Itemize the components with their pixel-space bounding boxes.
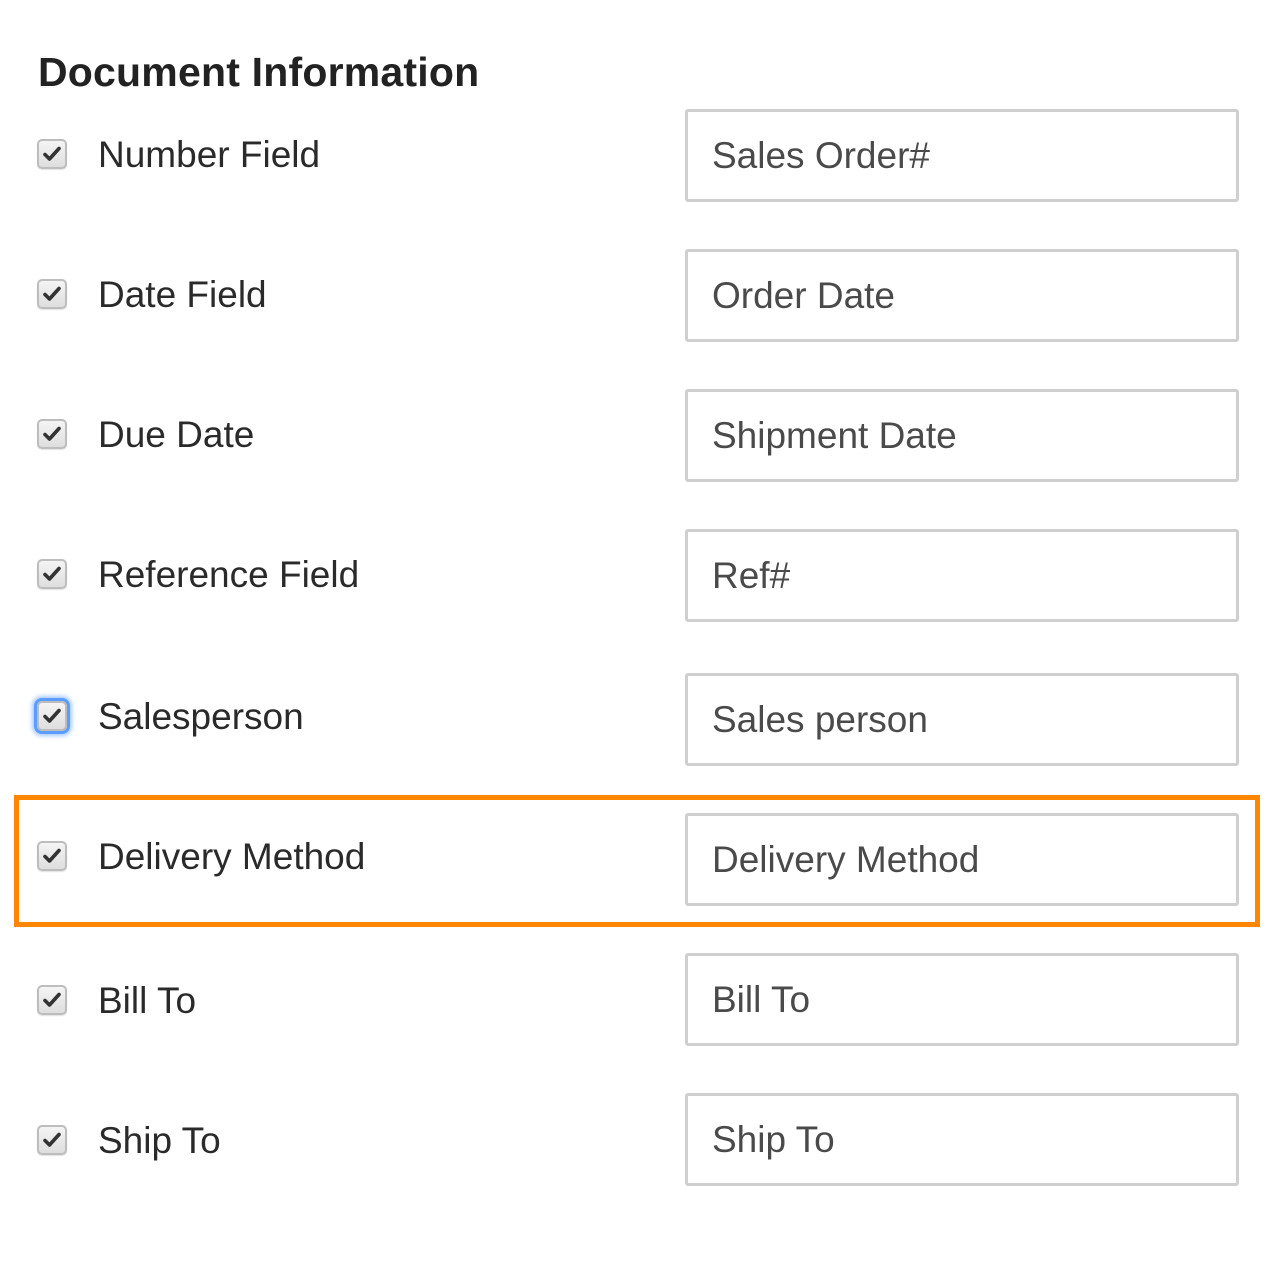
field-row-number-field: Number Field	[0, 109, 1276, 203]
reference-field-checkbox[interactable]	[37, 559, 67, 589]
field-row-reference-field: Reference Field	[0, 529, 1276, 623]
checkmark-icon	[43, 426, 61, 441]
checkmark-icon	[43, 286, 61, 301]
due-date-checkbox[interactable]	[37, 419, 67, 449]
salesperson-label: Salesperson	[98, 696, 304, 737]
bill-to-checkbox[interactable]	[37, 985, 67, 1015]
ship-to-label: Ship To	[98, 1120, 221, 1161]
field-row-salesperson: Salesperson	[0, 673, 1276, 767]
checkmark-icon	[43, 146, 61, 161]
date-field-label: Date Field	[98, 274, 267, 315]
bill-to-label: Bill To	[98, 980, 197, 1021]
reference-field-label: Reference Field	[98, 554, 360, 595]
number-field-input[interactable]	[685, 109, 1239, 202]
checkmark-icon	[43, 848, 61, 863]
due-date-label: Due Date	[98, 414, 255, 455]
date-field-checkbox[interactable]	[37, 279, 67, 309]
field-row-delivery-method: Delivery Method	[0, 813, 1276, 907]
checkmark-icon	[43, 992, 61, 1007]
bill-to-input[interactable]	[685, 953, 1239, 1046]
salesperson-input[interactable]	[685, 673, 1239, 766]
section-title: Document Information	[38, 49, 480, 95]
checkmark-icon	[43, 1132, 61, 1147]
due-date-input[interactable]	[685, 389, 1239, 482]
ship-to-input[interactable]	[685, 1093, 1239, 1186]
ship-to-checkbox[interactable]	[37, 1125, 67, 1155]
salesperson-checkbox[interactable]	[37, 701, 67, 731]
delivery-method-label: Delivery Method	[98, 836, 366, 877]
reference-field-input[interactable]	[685, 529, 1239, 622]
checkmark-icon	[43, 566, 61, 581]
field-row-ship-to: Ship To	[0, 1093, 1276, 1187]
date-field-input[interactable]	[685, 249, 1239, 342]
field-row-bill-to: Bill To	[0, 953, 1276, 1047]
field-row-due-date: Due Date	[0, 389, 1276, 483]
delivery-method-checkbox[interactable]	[37, 841, 67, 871]
checkmark-icon	[43, 708, 61, 723]
delivery-method-input[interactable]	[685, 813, 1239, 906]
number-field-checkbox[interactable]	[37, 139, 67, 169]
field-row-date-field: Date Field	[0, 249, 1276, 343]
number-field-label: Number Field	[98, 134, 321, 175]
